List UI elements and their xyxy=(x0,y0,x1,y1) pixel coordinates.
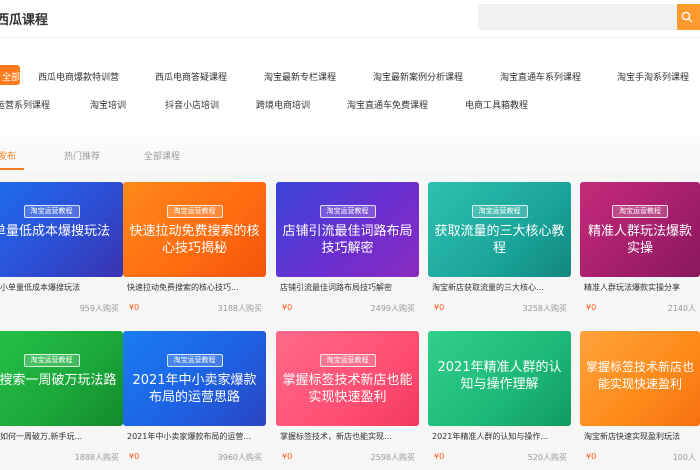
category-item[interactable]: 淘宝培训 xyxy=(90,98,126,111)
search-button[interactable] xyxy=(677,4,700,30)
course-price: ¥0 xyxy=(434,303,445,312)
category-item[interactable]: 西瓜电商答疑课程 xyxy=(155,70,227,83)
top-header: 西瓜课程 xyxy=(0,0,700,38)
course-card[interactable]: 淘宝运营教程 2021年中小卖家爆款布局的运营思路 2021年中小卖家爆款布局的… xyxy=(123,331,266,470)
category-item[interactable]: 淘宝最新案例分析课程 xyxy=(373,70,463,83)
course-price: ¥0 xyxy=(586,452,597,461)
course-thumbnail[interactable]: 2021年精准人群的认知与操作理解 xyxy=(428,331,571,426)
course-thumbnail[interactable]: 淘宝运营教程 铺搜索一周破万玩法路 xyxy=(0,331,123,426)
tab-all-courses[interactable]: 全部课程 xyxy=(144,149,180,162)
category-item[interactable]: 跨境电商培训 xyxy=(256,98,310,111)
course-section: 发布 热门推荐 全部课程 淘宝运营教程 单量低成本爆搜玩法 店铺小单量低成本爆搜… xyxy=(0,137,700,470)
course-thumbnail[interactable]: 淘宝运营教程 掌握标签技术新店也能实现快速盈利 xyxy=(276,331,419,426)
course-buyers: 1888人购买 xyxy=(74,453,119,462)
thumbnail-title: 铺搜索一周破万玩法路 xyxy=(0,373,117,388)
course-buyers: 100人 xyxy=(672,453,696,462)
category-item[interactable]: 西瓜电商爆款特训营 xyxy=(38,70,119,83)
course-card[interactable]: 掌握标签技术新店也能实现快速盈利 淘宝新店快速实现盈利玩法 ¥0 100人 xyxy=(580,331,700,470)
course-price: ¥0 xyxy=(282,452,293,461)
course-price: ¥0 xyxy=(129,452,140,461)
course-card[interactable]: 淘宝运营教程 精准人群玩法爆款实操 精准人群玩法爆款实操分享 ¥0 2140人 xyxy=(580,182,700,328)
course-title[interactable]: 卖家如何一周破万,新手玩... xyxy=(0,431,120,442)
course-thumbnail[interactable]: 淘宝运营教程 快速拉动免费搜索的核心技巧揭秘 xyxy=(123,182,266,277)
course-card[interactable]: 淘宝运营教程 店铺引流最佳词路布局技巧解密 店铺引流最佳词路布局技巧解密 ¥0 … xyxy=(276,182,419,328)
category-all[interactable]: 全部 xyxy=(0,65,20,85)
thumbnail-title: 掌握标签技术新店也能实现快速盈利 xyxy=(586,360,695,391)
course-buyers: 3258人购买 xyxy=(522,304,567,313)
course-buyers: 3188人购买 xyxy=(217,304,262,313)
course-buyers: 2140人 xyxy=(667,304,696,313)
course-buyers: 3960人购买 xyxy=(217,453,262,462)
course-card[interactable]: 淘宝运营教程 铺搜索一周破万玩法路 卖家如何一周破万,新手玩... 1888人购… xyxy=(0,331,123,470)
course-title[interactable]: 淘宝新店快速实现盈利玩法 xyxy=(584,431,700,442)
course-title[interactable]: 店铺引流最佳词路布局技巧解密 xyxy=(280,282,416,293)
tab-hot[interactable]: 热门推荐 xyxy=(64,149,100,162)
course-buyers: 2598人购买 xyxy=(370,453,415,462)
course-thumbnail[interactable]: 淘宝运营教程 2021年中小卖家爆款布局的运营思路 xyxy=(123,331,266,426)
course-badge: 淘宝运营教程 xyxy=(319,354,376,367)
course-badge: 淘宝运营教程 xyxy=(471,205,528,218)
search-icon xyxy=(681,11,693,23)
course-title[interactable]: 2021年中小卖家爆款布局的运营... xyxy=(127,431,263,442)
course-buyers: 520人购买 xyxy=(527,453,567,462)
category-item[interactable]: 淘宝直通车免费课程 xyxy=(347,98,428,111)
thumbnail-title: 精准人群玩法爆款实操 xyxy=(587,224,692,256)
thumbnail-title: 2021年精准人群的认知与操作理解 xyxy=(437,360,562,392)
course-badge: 淘宝运营教程 xyxy=(166,205,223,218)
thumbnail-title: 快速拉动免费搜索的核心技巧揭秘 xyxy=(129,224,260,256)
course-price: ¥0 xyxy=(282,303,293,312)
course-thumbnail[interactable]: 掌握标签技术新店也能实现快速盈利 xyxy=(580,331,700,426)
course-badge: 淘宝运营教程 xyxy=(166,354,223,367)
course-thumbnail[interactable]: 淘宝运营教程 单量低成本爆搜玩法 xyxy=(0,182,123,277)
category-item[interactable]: 电商工具箱教程 xyxy=(465,98,528,111)
course-buyers: 2499人购买 xyxy=(370,304,415,313)
category-item[interactable]: 淘宝最新专栏课程 xyxy=(264,70,336,83)
course-card[interactable]: 淘宝运营教程 获取流量的三大核心教程 淘宝新店获取流量的三大核心... ¥0 3… xyxy=(428,182,571,328)
course-title[interactable]: 2021年精准人群的认知与操作... xyxy=(432,431,568,442)
course-badge: 淘宝运营教程 xyxy=(23,354,80,367)
site-logo[interactable]: 西瓜课程 xyxy=(0,9,48,28)
course-buyers: 959人购买 xyxy=(79,304,119,313)
course-badge: 淘宝运营教程 xyxy=(612,205,668,218)
category-item[interactable]: 运营系列课程 xyxy=(0,98,50,111)
tab-latest[interactable]: 发布 xyxy=(0,149,16,162)
category-item[interactable]: 淘宝手淘系列课程 xyxy=(617,70,689,83)
course-title[interactable]: 精准人群玩法爆款实操分享 xyxy=(584,282,700,293)
course-title[interactable]: 快速拉动免费搜索的核心技巧... xyxy=(127,282,263,293)
thumbnail-title: 店铺引流最佳词路布局技巧解密 xyxy=(282,224,413,256)
course-title[interactable]: 店铺小单量低成本爆搜玩法 xyxy=(0,282,120,293)
tab-active-indicator xyxy=(0,168,24,170)
course-card[interactable]: 淘宝运营教程 单量低成本爆搜玩法 店铺小单量低成本爆搜玩法 959人购买 xyxy=(0,182,123,328)
course-price: ¥0 xyxy=(129,303,140,312)
course-price: ¥0 xyxy=(586,303,597,312)
course-title[interactable]: 淘宝新店获取流量的三大核心... xyxy=(432,282,568,293)
course-card[interactable]: 2021年精准人群的认知与操作理解 2021年精准人群的认知与操作... ¥0 … xyxy=(428,331,571,470)
thumbnail-title: 获取流量的三大核心教程 xyxy=(434,224,565,256)
tab-bar: 发布 热门推荐 全部课程 xyxy=(0,137,700,171)
category-item[interactable]: 淘宝直通车系列课程 xyxy=(500,70,581,83)
thumbnail-title: 单量低成本爆搜玩法 xyxy=(0,224,110,239)
thumbnail-title: 2021年中小卖家爆款布局的运营思路 xyxy=(132,373,257,405)
course-thumbnail[interactable]: 淘宝运营教程 店铺引流最佳词路布局技巧解密 xyxy=(276,182,419,277)
course-title[interactable]: 掌握标签技术，新店也能实现... xyxy=(280,431,416,442)
category-filter: 全部 西瓜电商爆款特训营 西瓜电商答疑课程 淘宝最新专栏课程 淘宝最新案例分析课… xyxy=(0,38,700,120)
course-card[interactable]: 淘宝运营教程 掌握标签技术新店也能实现快速盈利 掌握标签技术，新店也能实现...… xyxy=(276,331,419,470)
course-price: ¥0 xyxy=(434,452,445,461)
thumbnail-title: 掌握标签技术新店也能实现快速盈利 xyxy=(282,373,413,405)
category-item[interactable]: 抖音小店培训 xyxy=(165,98,219,111)
course-thumbnail[interactable]: 淘宝运营教程 获取流量的三大核心教程 xyxy=(428,182,571,277)
course-badge: 淘宝运营教程 xyxy=(23,205,80,218)
search-input[interactable] xyxy=(478,4,678,30)
course-thumbnail[interactable]: 淘宝运营教程 精准人群玩法爆款实操 xyxy=(580,182,700,277)
course-badge: 淘宝运营教程 xyxy=(319,205,376,218)
course-card[interactable]: 淘宝运营教程 快速拉动免费搜索的核心技巧揭秘 快速拉动免费搜索的核心技巧... … xyxy=(123,182,266,328)
